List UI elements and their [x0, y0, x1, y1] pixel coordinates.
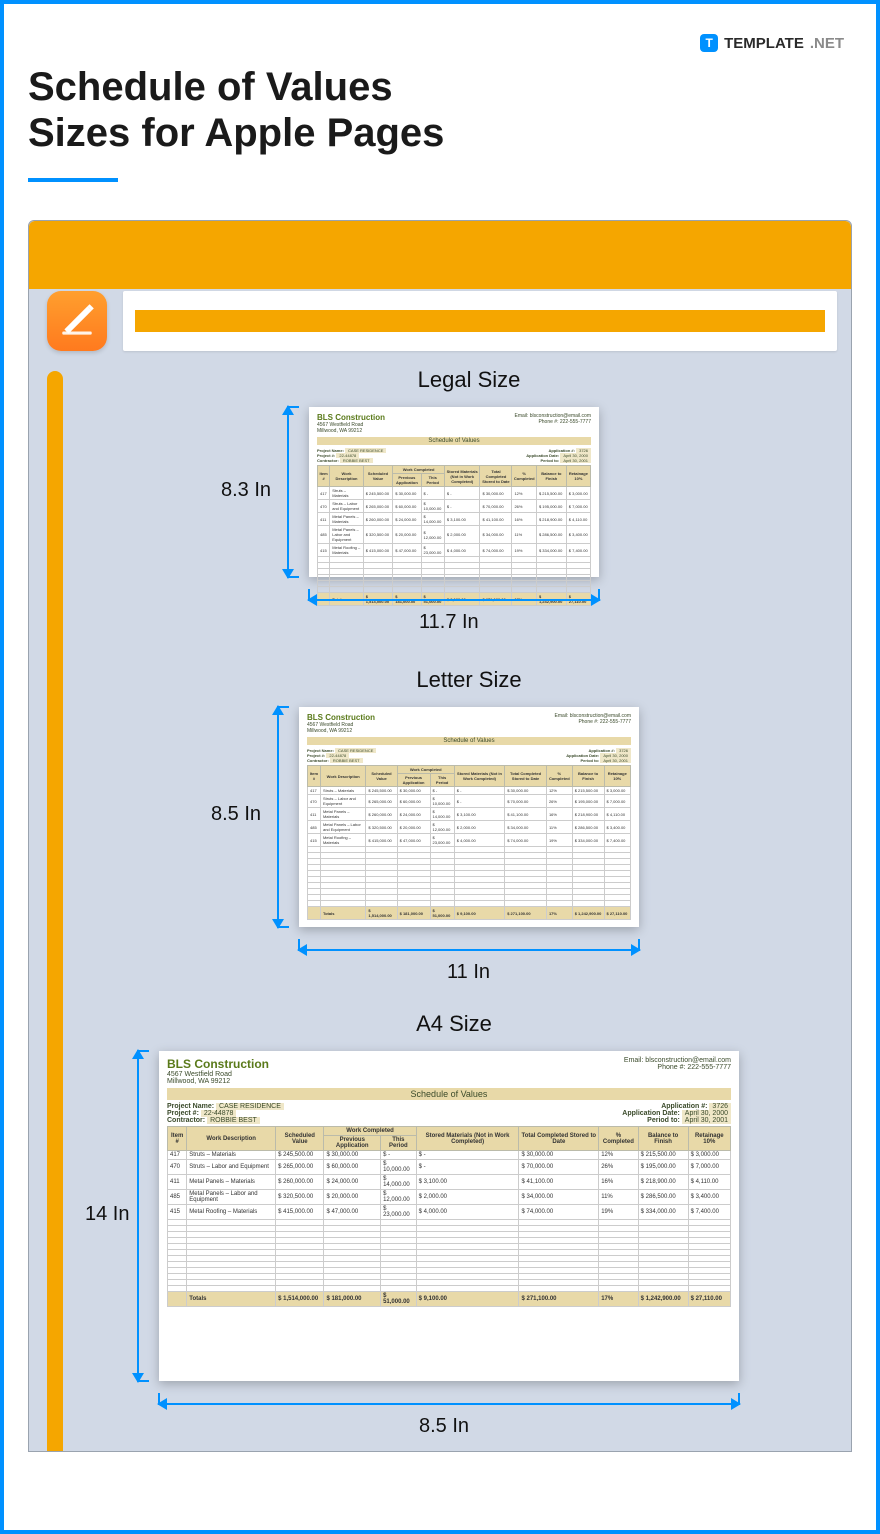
height-value: 8.5 In: [211, 803, 261, 826]
doc-address: 4567 Westfield RoadMillwood, WA 99212: [167, 1071, 269, 1085]
table-row: 485Metal Panels – Labor and Equipment$ 3…: [318, 526, 591, 544]
doc-title: Schedule of Values: [317, 437, 591, 445]
table-row: 411Metal Panels – Materials$ 260,000.00$…: [308, 808, 631, 821]
table-row: 417Struts – Materials$ 245,500.00$ 30,00…: [308, 787, 631, 795]
table-row: 470Struts – Labor and Equipment$ 265,000…: [308, 795, 631, 808]
width-value: 11.7 In: [419, 611, 479, 634]
table-row: 485Metal Panels – Labor and Equipment$ 3…: [308, 821, 631, 834]
size-label: A4 Size: [89, 1011, 819, 1037]
doc-address: 4567 Westfield RoadMillwood, WA 99212: [317, 422, 385, 434]
totals-row: Totals$ 1,514,000.00$ 181,000.00$ 51,000…: [308, 907, 631, 920]
table-row: 470Struts – Labor and Equipment$ 265,000…: [168, 1160, 731, 1175]
header-accent-bar: [135, 310, 825, 332]
brand-suffix: .NET: [810, 35, 844, 52]
page-title: Schedule of Values Sizes for Apple Pages: [28, 64, 852, 156]
totals-row: Totals$ 1,514,000.00$ 181,000.00$ 51,000…: [168, 1292, 731, 1307]
dim-tick: [738, 1393, 740, 1405]
doc-title: Schedule of Values: [167, 1088, 731, 1100]
table-row: 415Metal Roofing – Materials$ 415,000.00…: [318, 544, 591, 557]
app-canvas: Legal Size 8.3 In BLS Construction 4567 …: [28, 220, 852, 1452]
height-arrow: [287, 407, 289, 577]
dim-tick: [308, 589, 310, 601]
height-value: 8.3 In: [221, 479, 271, 502]
dim-tick: [298, 939, 300, 951]
dim-tick: [287, 406, 299, 408]
width-arrow: [159, 1403, 739, 1405]
doc-table: Item #Work DescriptionScheduled Value Wo…: [167, 1126, 731, 1307]
doc-company: BLS Construction: [307, 713, 375, 722]
size-label: Legal Size: [239, 367, 699, 393]
dim-tick: [277, 706, 289, 708]
table-row: 411Metal Panels – Materials$ 260,000.00$…: [318, 513, 591, 526]
width-value: 11 In: [447, 961, 490, 984]
doc-info: Project Name: CASE RESIDENCE Project #: …: [307, 748, 631, 763]
pages-app-icon: [47, 291, 107, 351]
doc-company: BLS Construction: [317, 413, 385, 422]
doc-table: Item #Work DescriptionScheduled Value Wo…: [307, 765, 631, 920]
doc-title: Schedule of Values: [307, 737, 631, 745]
height-value: 14 In: [85, 1203, 129, 1226]
doc-preview-legal: BLS Construction 4567 Westfield RoadMill…: [309, 407, 599, 577]
doc-info: Project Name: CASE RESIDENCE Project #: …: [167, 1103, 731, 1124]
app-topbar: [29, 221, 851, 289]
height-arrow: [277, 707, 279, 927]
header-strip: [123, 291, 837, 351]
dim-tick: [137, 1050, 149, 1052]
doc-address: 4567 Westfield RoadMillwood, WA 99212: [307, 722, 375, 734]
dim-tick: [137, 1380, 149, 1382]
dim-tick: [277, 926, 289, 928]
dim-tick: [638, 939, 640, 951]
table-row: 470Struts – Labor and Equipment$ 265,000…: [318, 500, 591, 513]
size-block-letter: Letter Size 8.5 In BLS Construction 4567…: [229, 667, 709, 927]
doc-company: BLS Construction: [167, 1057, 269, 1071]
pen-icon: [56, 300, 98, 342]
width-value: 8.5 In: [419, 1415, 469, 1438]
left-rail: [47, 371, 63, 1451]
outer-frame: T TEMPLATE .NET Schedule of Values Sizes …: [0, 0, 880, 1534]
table-row: 411Metal Panels – Materials$ 260,000.00$…: [168, 1175, 731, 1190]
table-row: 417Struts – Materials$ 245,500.00$ 30,00…: [168, 1151, 731, 1160]
width-arrow: [299, 949, 639, 951]
brand-icon: T: [700, 34, 718, 52]
table-row: 415Metal Roofing – Materials$ 415,000.00…: [168, 1205, 731, 1220]
dim-tick: [158, 1393, 160, 1405]
doc-preview-a4: BLS Construction 4567 Westfield RoadMill…: [159, 1051, 739, 1381]
doc-preview-letter: BLS Construction 4567 Westfield RoadMill…: [299, 707, 639, 927]
dim-tick: [598, 589, 600, 601]
width-arrow: [309, 599, 599, 601]
doc-info: Project Name: CASE RESIDENCE Project #: …: [317, 448, 591, 463]
brand-logo: T TEMPLATE .NET: [700, 34, 844, 52]
brand-name: TEMPLATE: [724, 35, 804, 52]
doc-table: Item #Work DescriptionScheduled Value Wo…: [317, 465, 591, 606]
table-row: 417Struts – Materials$ 245,500.00$ 30,00…: [318, 487, 591, 500]
size-block-legal: Legal Size 8.3 In BLS Construction 4567 …: [239, 367, 699, 577]
size-block-a4: A4 Size 14 In BLS Construction 4567 West…: [89, 1011, 819, 1381]
height-arrow: [137, 1051, 139, 1381]
table-row: 485Metal Panels – Labor and Equipment$ 3…: [168, 1190, 731, 1205]
table-row: 415Metal Roofing – Materials$ 415,000.00…: [308, 834, 631, 847]
dim-tick: [287, 576, 299, 578]
size-label: Letter Size: [229, 667, 709, 693]
title-underline: [28, 178, 118, 182]
